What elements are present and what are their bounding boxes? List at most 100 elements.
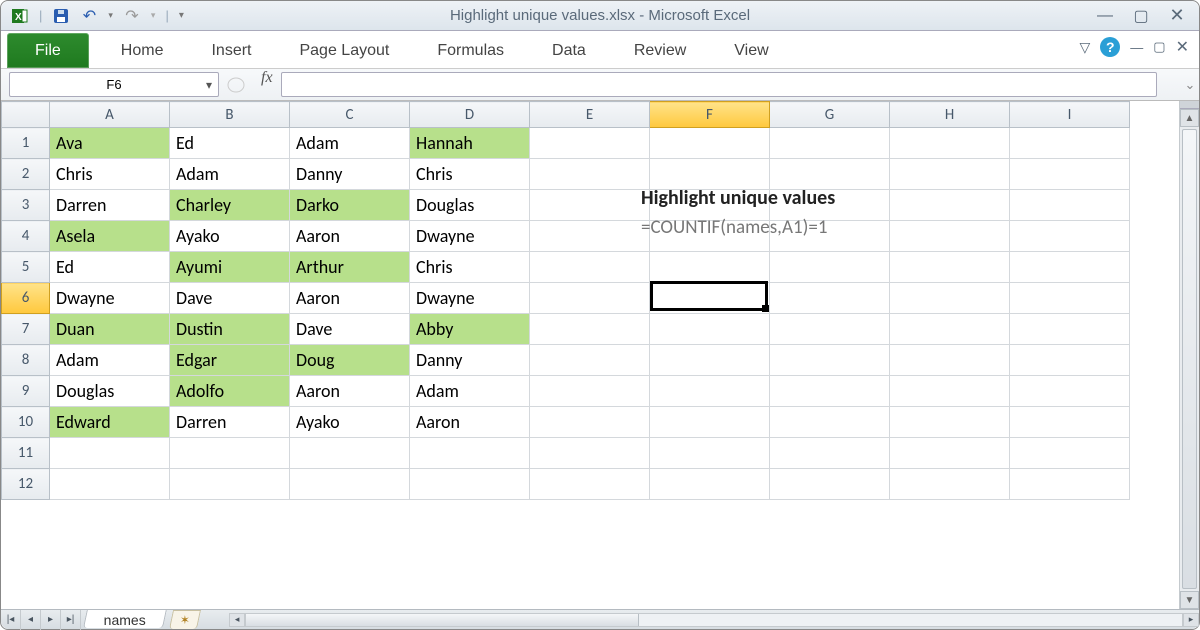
tab-nav-next-icon[interactable]: ▸: [41, 610, 61, 630]
maximize-button[interactable]: ▢: [1127, 7, 1155, 25]
cell-D2[interactable]: Chris: [410, 159, 530, 190]
cell-F9[interactable]: [650, 376, 770, 407]
cell-I6[interactable]: [1010, 283, 1130, 314]
cell-H7[interactable]: [890, 314, 1010, 345]
grid-body[interactable]: ABCDEFGHI 1AvaEdAdamHannah2ChrisAdamDann…: [1, 101, 1179, 609]
row-header-12[interactable]: 12: [2, 469, 50, 500]
cell-F5[interactable]: [650, 252, 770, 283]
hscroll-track[interactable]: [245, 613, 1183, 627]
tab-nav-last-icon[interactable]: ▸|: [61, 610, 81, 630]
column-header-A[interactable]: A: [50, 102, 170, 128]
cell-E9[interactable]: [530, 376, 650, 407]
column-header-B[interactable]: B: [170, 102, 290, 128]
cell-C5[interactable]: Arthur: [290, 252, 410, 283]
column-header-C[interactable]: C: [290, 102, 410, 128]
cell-B12[interactable]: [170, 469, 290, 500]
cell-B11[interactable]: [170, 438, 290, 469]
cell-F6[interactable]: [650, 283, 770, 314]
cell-C9[interactable]: Aaron: [290, 376, 410, 407]
cell-E12[interactable]: [530, 469, 650, 500]
cell-H11[interactable]: [890, 438, 1010, 469]
cell-G10[interactable]: [770, 407, 890, 438]
tab-formulas[interactable]: Formulas: [413, 31, 528, 68]
cell-C12[interactable]: [290, 469, 410, 500]
tab-nav-first-icon[interactable]: |◂: [1, 610, 21, 630]
cell-A3[interactable]: Darren: [50, 190, 170, 221]
cell-H2[interactable]: [890, 159, 1010, 190]
cell-C4[interactable]: Aaron: [290, 221, 410, 252]
cell-E2[interactable]: [530, 159, 650, 190]
cell-A11[interactable]: [50, 438, 170, 469]
cell-B3[interactable]: Charley: [170, 190, 290, 221]
row-header-1[interactable]: 1: [2, 128, 50, 159]
cell-G1[interactable]: [770, 128, 890, 159]
cell-D8[interactable]: Danny: [410, 345, 530, 376]
scroll-down-icon[interactable]: ▼: [1180, 591, 1199, 609]
column-header-G[interactable]: G: [770, 102, 890, 128]
column-header-D[interactable]: D: [410, 102, 530, 128]
save-icon[interactable]: [52, 7, 70, 25]
cell-H5[interactable]: [890, 252, 1010, 283]
help-icon[interactable]: ?: [1100, 37, 1120, 57]
scroll-right-icon[interactable]: ▸: [1183, 613, 1199, 627]
cell-B1[interactable]: Ed: [170, 128, 290, 159]
cell-G12[interactable]: [770, 469, 890, 500]
cell-B8[interactable]: Edgar: [170, 345, 290, 376]
cell-H6[interactable]: [890, 283, 1010, 314]
row-header-5[interactable]: 5: [2, 252, 50, 283]
tab-nav-prev-icon[interactable]: ◂: [21, 610, 41, 630]
cell-A1[interactable]: Ava: [50, 128, 170, 159]
redo-dropdown-icon[interactable]: ▾: [151, 10, 156, 21]
cell-I11[interactable]: [1010, 438, 1130, 469]
name-box-dropdown-icon[interactable]: ▾: [206, 78, 212, 92]
cell-A10[interactable]: Edward: [50, 407, 170, 438]
row-header-8[interactable]: 8: [2, 345, 50, 376]
cell-H10[interactable]: [890, 407, 1010, 438]
row-header-3[interactable]: 3: [2, 190, 50, 221]
cell-B10[interactable]: Darren: [170, 407, 290, 438]
cell-I10[interactable]: [1010, 407, 1130, 438]
scroll-left-icon[interactable]: ◂: [229, 613, 245, 627]
cell-C11[interactable]: [290, 438, 410, 469]
row-header-6[interactable]: 6: [2, 283, 50, 314]
cell-C10[interactable]: Ayako: [290, 407, 410, 438]
cell-C1[interactable]: Adam: [290, 128, 410, 159]
cell-E7[interactable]: [530, 314, 650, 345]
cell-D5[interactable]: Chris: [410, 252, 530, 283]
fx-icon[interactable]: fx: [253, 69, 281, 100]
cell-E1[interactable]: [530, 128, 650, 159]
cell-H8[interactable]: [890, 345, 1010, 376]
cell-C6[interactable]: Aaron: [290, 283, 410, 314]
cell-H9[interactable]: [890, 376, 1010, 407]
cell-F12[interactable]: [650, 469, 770, 500]
formula-bar-expand-icon[interactable]: ⌄: [1181, 69, 1199, 100]
cell-D12[interactable]: [410, 469, 530, 500]
tab-home[interactable]: Home: [97, 31, 188, 68]
cell-A4[interactable]: Asela: [50, 221, 170, 252]
qat-customize-icon[interactable]: ▾: [179, 10, 184, 21]
cell-B5[interactable]: Ayumi: [170, 252, 290, 283]
cell-D9[interactable]: Adam: [410, 376, 530, 407]
cell-A5[interactable]: Ed: [50, 252, 170, 283]
row-header-9[interactable]: 9: [2, 376, 50, 407]
new-sheet-button[interactable]: ✶: [169, 610, 201, 629]
column-header-H[interactable]: H: [890, 102, 1010, 128]
undo-dropdown-icon[interactable]: ▾: [108, 10, 113, 21]
redo-icon[interactable]: ↷: [123, 7, 141, 25]
cell-C2[interactable]: Danny: [290, 159, 410, 190]
cell-H4[interactable]: [890, 221, 1010, 252]
cell-F8[interactable]: [650, 345, 770, 376]
cell-D7[interactable]: Abby: [410, 314, 530, 345]
file-tab[interactable]: File: [7, 33, 89, 68]
cell-G2[interactable]: [770, 159, 890, 190]
cell-A7[interactable]: Duan: [50, 314, 170, 345]
cell-I8[interactable]: [1010, 345, 1130, 376]
cell-A9[interactable]: Douglas: [50, 376, 170, 407]
cell-I1[interactable]: [1010, 128, 1130, 159]
sheet-tab-names[interactable]: names: [83, 609, 167, 628]
cell-E5[interactable]: [530, 252, 650, 283]
select-all-corner[interactable]: [2, 102, 50, 128]
ribbon-minimize-icon[interactable]: ▽: [1080, 39, 1091, 56]
close-button[interactable]: ✕: [1163, 7, 1191, 25]
cell-F1[interactable]: [650, 128, 770, 159]
